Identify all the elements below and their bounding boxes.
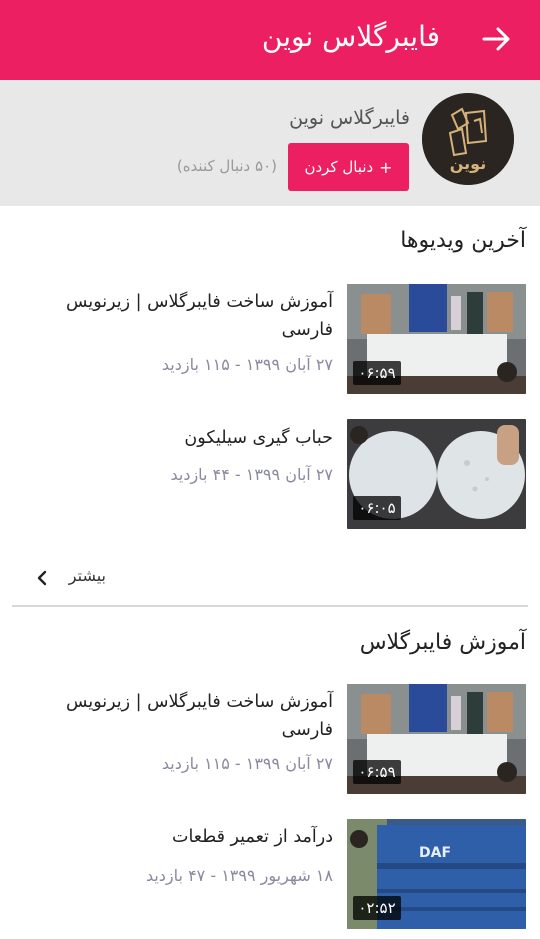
video-title[interactable]: آموزش ساخت فایبرگلاس | زیرنویس فارسی (33, 288, 333, 344)
video-duration: ۰۶:۵۹ (353, 760, 401, 784)
section-title-latest: آخرین ویدیوها (400, 228, 526, 253)
video-meta: ۲۷ آبان ۱۳۹۹ - ۴۴ بازدید (170, 465, 333, 484)
video-title[interactable]: آموزش ساخت فایبرگلاس | زیرنویس فارسی (33, 688, 333, 744)
avatar[interactable]: نوین (422, 93, 514, 185)
more-link[interactable]: بیشتر (69, 566, 106, 585)
divider (12, 605, 528, 607)
avatar-logo-text: نوین (450, 154, 486, 173)
section-title-fiberglass: آموزش فایبرگلاس (359, 630, 526, 655)
followers-count: (۵۰ دنبال کننده) (176, 157, 277, 175)
page-title: فایبرگلاس نوین (261, 20, 440, 53)
video-meta: ۲۷ آبان ۱۳۹۹ - ۱۱۵ بازدید (161, 355, 333, 374)
channel-logo: نوین (422, 93, 514, 185)
video-duration: ۰۲:۵۲ (353, 896, 401, 920)
video-title[interactable]: حباب گیری سیلیکون (33, 424, 333, 452)
channel-name: فایبرگلاس نوین (289, 107, 410, 129)
follow-button[interactable]: + دنبال کردن (288, 143, 409, 191)
arrow-right-icon[interactable] (480, 22, 514, 56)
video-meta: ۲۷ آبان ۱۳۹۹ - ۱۱۵ بازدید (161, 754, 333, 773)
video-title[interactable]: درآمد از تعمیر قطعات (33, 823, 333, 851)
follow-label: دنبال کردن (304, 158, 374, 176)
video-duration: ۰۶:۵۹ (353, 361, 401, 385)
plus-icon: + (379, 157, 393, 177)
thumb-logo-text: DAF (419, 845, 451, 861)
chevron-left-icon[interactable] (36, 569, 48, 587)
video-duration: ۰۶:۰۵ (353, 496, 401, 520)
video-meta: ۱۸ شهریور ۱۳۹۹ - ۴۷ بازدید (145, 866, 333, 885)
